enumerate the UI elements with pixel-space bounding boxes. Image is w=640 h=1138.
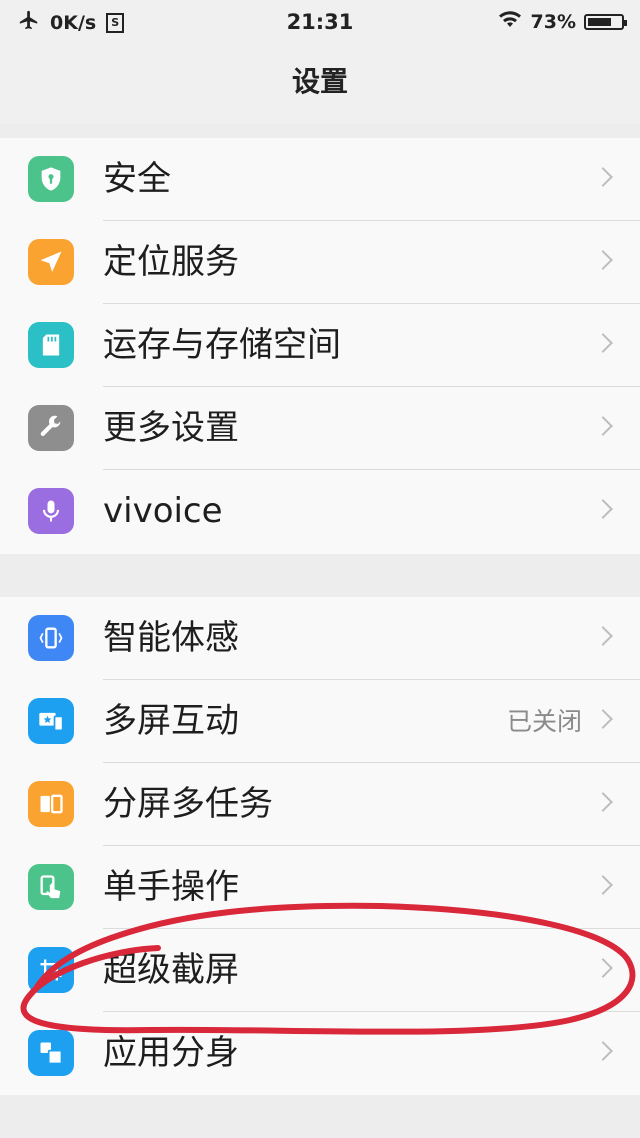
settings-group-1: 安全 定位服务 运存与存储空间 更多设置 vivoice xyxy=(0,138,640,554)
settings-item-one-hand[interactable]: 单手操作 xyxy=(0,846,640,929)
settings-item-vivoice[interactable]: vivoice xyxy=(0,470,640,553)
settings-item-label: 智能体感 xyxy=(103,618,239,658)
settings-item-label: 运存与存储空间 xyxy=(103,325,341,365)
chevron-right-icon xyxy=(593,875,613,895)
settings-item-app-clone[interactable]: 应用分身 xyxy=(0,1012,640,1095)
chevron-right-icon xyxy=(593,499,613,519)
settings-item-label: 应用分身 xyxy=(103,1033,239,1073)
motion-phone-icon xyxy=(28,615,74,661)
settings-item-smart-motion[interactable]: 智能体感 xyxy=(0,597,640,680)
chevron-right-icon xyxy=(593,1041,613,1061)
screenshot-icon xyxy=(28,947,74,993)
settings-group-2: 智能体感 多屏互动 已关闭 分屏多任务 单手操作 超级截屏 应用分身 xyxy=(0,597,640,1095)
location-arrow-icon xyxy=(28,239,74,285)
chevron-right-icon xyxy=(593,333,613,353)
split-screen-icon xyxy=(28,781,74,827)
app-clone-icon xyxy=(28,1030,74,1076)
chevron-right-icon xyxy=(593,626,613,646)
chevron-right-icon xyxy=(593,167,613,187)
battery-icon xyxy=(584,13,627,30)
chevron-right-icon xyxy=(593,250,613,270)
settings-item-label: 分屏多任务 xyxy=(103,784,273,824)
chevron-right-icon xyxy=(593,709,613,729)
settings-item-location[interactable]: 定位服务 xyxy=(0,221,640,304)
status-bar: 0K/s S 21:31 73% xyxy=(0,0,640,44)
settings-item-label: 多屏互动 xyxy=(103,701,239,741)
settings-item-security[interactable]: 安全 xyxy=(0,138,640,221)
settings-item-label: 超级截屏 xyxy=(103,950,239,990)
one-hand-icon xyxy=(28,864,74,910)
sd-card-icon xyxy=(28,322,74,368)
chevron-right-icon xyxy=(593,792,613,812)
battery-percent: 73% xyxy=(530,10,576,33)
chevron-right-icon xyxy=(593,958,613,978)
status-value: 已关闭 xyxy=(506,707,582,736)
wrench-icon xyxy=(28,405,74,451)
settings-item-super-screenshot[interactable]: 超级截屏 xyxy=(0,929,640,1012)
microphone-icon xyxy=(28,488,74,534)
settings-item-more-settings[interactable]: 更多设置 xyxy=(0,387,640,470)
page-title: 设置 xyxy=(0,44,640,124)
settings-item-label: 单手操作 xyxy=(103,867,239,907)
settings-item-label: 安全 xyxy=(103,159,171,199)
settings-item-split-screen[interactable]: 分屏多任务 xyxy=(0,763,640,846)
settings-item-label: vivoice xyxy=(103,491,223,531)
settings-item-storage[interactable]: 运存与存储空间 xyxy=(0,304,640,387)
settings-item-multiscreen[interactable]: 多屏互动 已关闭 xyxy=(0,680,640,763)
settings-item-label: 更多设置 xyxy=(103,408,239,448)
settings-item-label: 定位服务 xyxy=(103,242,239,282)
shield-lock-icon xyxy=(28,156,74,202)
chevron-right-icon xyxy=(593,416,613,436)
multiscreen-icon xyxy=(28,698,74,744)
wifi-icon xyxy=(497,9,523,34)
